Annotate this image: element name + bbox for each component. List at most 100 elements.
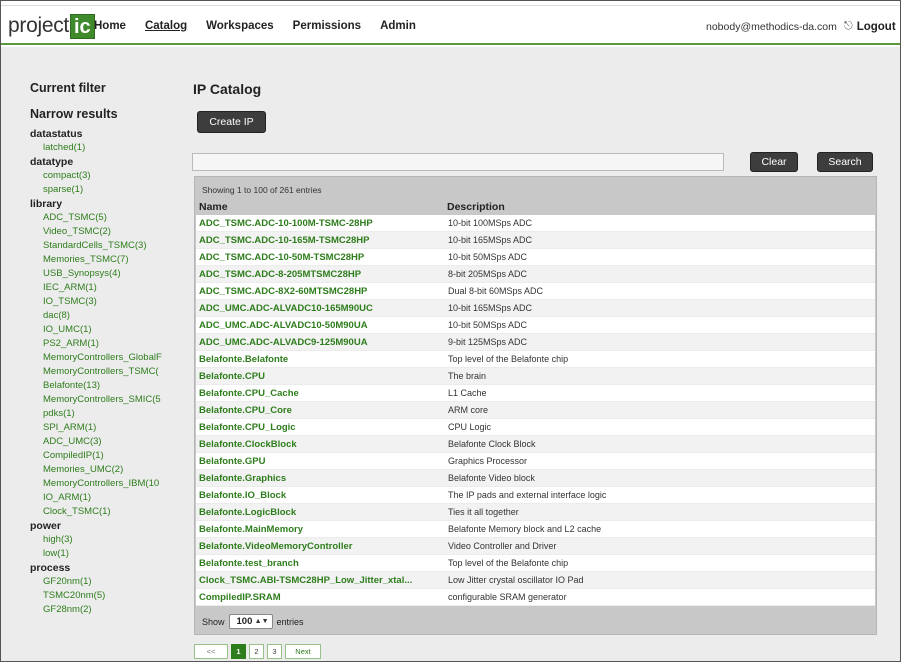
table-row: ADC_TSMC.ADC-8X2-60MTSMC28HP Dual 8-bit 6…: [196, 283, 875, 300]
ip-name-link[interactable]: Belafonte.LogicBlock: [199, 507, 443, 518]
ip-name-link[interactable]: ADC_UMC.ADC-ALVADC10-50M90UA: [199, 320, 443, 331]
ip-description: Graphics Processor: [448, 456, 528, 466]
ip-name-link[interactable]: ADC_UMC.ADC-ALVADC9-125M90UA: [199, 337, 443, 348]
page-length-select[interactable]: 100 ▲▼: [228, 614, 273, 629]
ip-name-link[interactable]: CompiledIP.SRAM: [199, 592, 443, 603]
ip-name-link[interactable]: Belafonte.CPU_Cache: [199, 388, 443, 399]
facet-item[interactable]: ADC_UMC(3): [30, 435, 162, 449]
facet-item[interactable]: GF28nm(2): [30, 603, 162, 617]
column-header-name[interactable]: Name: [199, 201, 228, 213]
clear-button[interactable]: Clear: [750, 152, 798, 172]
ip-name-link[interactable]: Belafonte.Graphics: [199, 473, 443, 484]
facet-item[interactable]: PS2_ARM(1): [30, 337, 162, 351]
page-length-value: 100: [236, 616, 253, 627]
facet-item[interactable]: MemoryControllers_TSMC(: [30, 365, 162, 379]
ip-name-link[interactable]: Belafonte.ClockBlock: [199, 439, 443, 450]
logout-link[interactable]: ⎋ Logout: [844, 20, 896, 33]
ip-name-link[interactable]: Clock_TSMC.ABI-TSMC28HP_Low_Jitter_xtal.…: [199, 575, 443, 586]
facet-item[interactable]: pdks(1): [30, 407, 162, 421]
table-row: Belafonte.Graphics Belafonte Video block: [196, 470, 875, 487]
ip-name-link[interactable]: Belafonte.CPU_Core: [199, 405, 443, 416]
ip-name-link[interactable]: Belafonte.GPU: [199, 456, 443, 467]
ip-name-link[interactable]: Belafonte.CPU: [199, 371, 443, 382]
page-2-button[interactable]: 2: [249, 644, 264, 659]
facet-item[interactable]: USB_Synopsys(4): [30, 267, 162, 281]
next-page-button[interactable]: Next >>: [285, 644, 321, 661]
entries-label: entries: [276, 616, 304, 627]
user-email: nobody@methodics-da.com: [706, 21, 837, 33]
ip-name-link[interactable]: Belafonte.CPU_Logic: [199, 422, 443, 433]
facet-item[interactable]: MemoryControllers_IBM(10: [30, 477, 162, 491]
facet-item[interactable]: GF20nm(1): [30, 575, 162, 589]
facet-item[interactable]: CompiledIP(1): [30, 449, 162, 463]
ip-name-link[interactable]: Belafonte.IO_Block: [199, 490, 443, 501]
table-body: ADC_TSMC.ADC-10-100M-TSMC-28HP 10-bit 100…: [196, 215, 875, 606]
logo[interactable]: project ic: [8, 13, 95, 39]
ip-catalog-table: Showing 1 to 100 of 261 entries Name Des…: [194, 176, 877, 635]
table-row: Clock_TSMC.ABI-TSMC28HP_Low_Jitter_xtal.…: [196, 572, 875, 589]
facet-item[interactable]: TSMC20nm(5): [30, 589, 162, 603]
ip-description: The brain: [448, 371, 487, 381]
sidebar: Current filter Narrow results datastatus…: [30, 81, 162, 617]
top-header: project ic Home Catalog Workspaces Permissio…: [1, 1, 900, 45]
facet-item[interactable]: MemoryControllers_GlobalF: [30, 351, 162, 365]
facet-item[interactable]: Memories_UMC(2): [30, 463, 162, 477]
current-filter-heading: Current filter: [30, 81, 106, 95]
ip-name-link[interactable]: ADC_TSMC.ADC-8X2-60MTSMC28HP: [199, 286, 443, 297]
nav-permissions[interactable]: Permissions: [293, 20, 361, 32]
facet-item[interactable]: ADC_TSMC(5): [30, 211, 162, 225]
ip-name-link[interactable]: ADC_TSMC.ADC-10-100M-TSMC-28HP: [199, 218, 443, 229]
ip-name-link[interactable]: Belafonte.test_branch: [199, 558, 443, 569]
prev-page-button[interactable]: << Prev: [194, 644, 228, 661]
page-1-button[interactable]: 1: [231, 644, 246, 659]
ip-description: Top level of the Belafonte chip: [448, 558, 569, 568]
ip-name-link[interactable]: ADC_UMC.ADC-ALVADC10-165M90UC: [199, 303, 443, 314]
table-row: Belafonte.CPU_Logic CPU Logic: [196, 419, 875, 436]
ip-description: Low Jitter crystal oscillator IO Pad: [448, 575, 584, 585]
nav-catalog[interactable]: Catalog: [145, 20, 187, 32]
facet-item[interactable]: IO_TSMC(3): [30, 295, 162, 309]
search-input[interactable]: [192, 153, 724, 171]
ip-name-link[interactable]: ADC_TSMC.ADC-8-205MTSMC28HP: [199, 269, 443, 280]
search-button[interactable]: Search: [817, 152, 873, 172]
app-window: project ic Home Catalog Workspaces Permissio…: [0, 0, 901, 662]
facet-item[interactable]: Belafonte(13): [30, 379, 162, 393]
table-row: Belafonte.CPU The brain: [196, 368, 875, 385]
nav-workspaces[interactable]: Workspaces: [206, 20, 274, 32]
ip-name-link[interactable]: Belafonte.VideoMemoryController: [199, 541, 443, 552]
facet-item[interactable]: IEC_ARM(1): [30, 281, 162, 295]
facet-item[interactable]: IO_ARM(1): [30, 491, 162, 505]
ip-name-link[interactable]: Belafonte.Belafonte: [199, 354, 443, 365]
facet-item[interactable]: IO_UMC(1): [30, 323, 162, 337]
ip-description: CPU Logic: [448, 422, 492, 432]
table-row: ADC_TSMC.ADC-10-50M-TSMC28HP 10-bit 50MSp…: [196, 249, 875, 266]
facet-item[interactable]: Video_TSMC(2): [30, 225, 162, 239]
facet-group-power: power: [30, 520, 61, 532]
ip-name-link[interactable]: ADC_TSMC.ADC-10-165M-TSMC28HP: [199, 235, 443, 246]
ip-name-link[interactable]: Belafonte.MainMemory: [199, 524, 443, 535]
ip-description: Video Controller and Driver: [448, 541, 557, 551]
facet-item[interactable]: Memories_TSMC(7): [30, 253, 162, 267]
facet-item[interactable]: high(3): [30, 533, 162, 547]
facet-item[interactable]: dac(8): [30, 309, 162, 323]
table-row: Belafonte.ClockBlock Belafonte Clock Bloc…: [196, 436, 875, 453]
ip-description: 10-bit 50MSps ADC: [448, 252, 528, 262]
facet-item[interactable]: Clock_TSMC(1): [30, 505, 162, 519]
facet-item[interactable]: latched(1): [30, 141, 162, 155]
page-3-button[interactable]: 3: [267, 644, 282, 659]
facet-item[interactable]: StandardCells_TSMC(3): [30, 239, 162, 253]
create-ip-button[interactable]: Create IP: [197, 111, 266, 133]
facet-item[interactable]: compact(3): [30, 169, 162, 183]
nav-admin[interactable]: Admin: [380, 20, 416, 32]
ip-description: Belafonte Video block: [448, 473, 535, 483]
ip-description: 8-bit 205MSps ADC: [448, 269, 528, 279]
column-header-description[interactable]: Description: [447, 201, 505, 213]
nav-home[interactable]: Home: [94, 20, 126, 32]
facet-item[interactable]: sparse(1): [30, 183, 162, 197]
facet-item[interactable]: SPI_ARM(1): [30, 421, 162, 435]
table-row: ADC_UMC.ADC-ALVADC10-165M90UC 10-bit 165M…: [196, 300, 875, 317]
facet-item[interactable]: low(1): [30, 547, 162, 561]
facet-item[interactable]: MemoryControllers_SMIC(5: [30, 393, 162, 407]
ip-name-link[interactable]: ADC_TSMC.ADC-10-50M-TSMC28HP: [199, 252, 443, 263]
ip-description: Belafonte Memory block and L2 cache: [448, 524, 602, 534]
